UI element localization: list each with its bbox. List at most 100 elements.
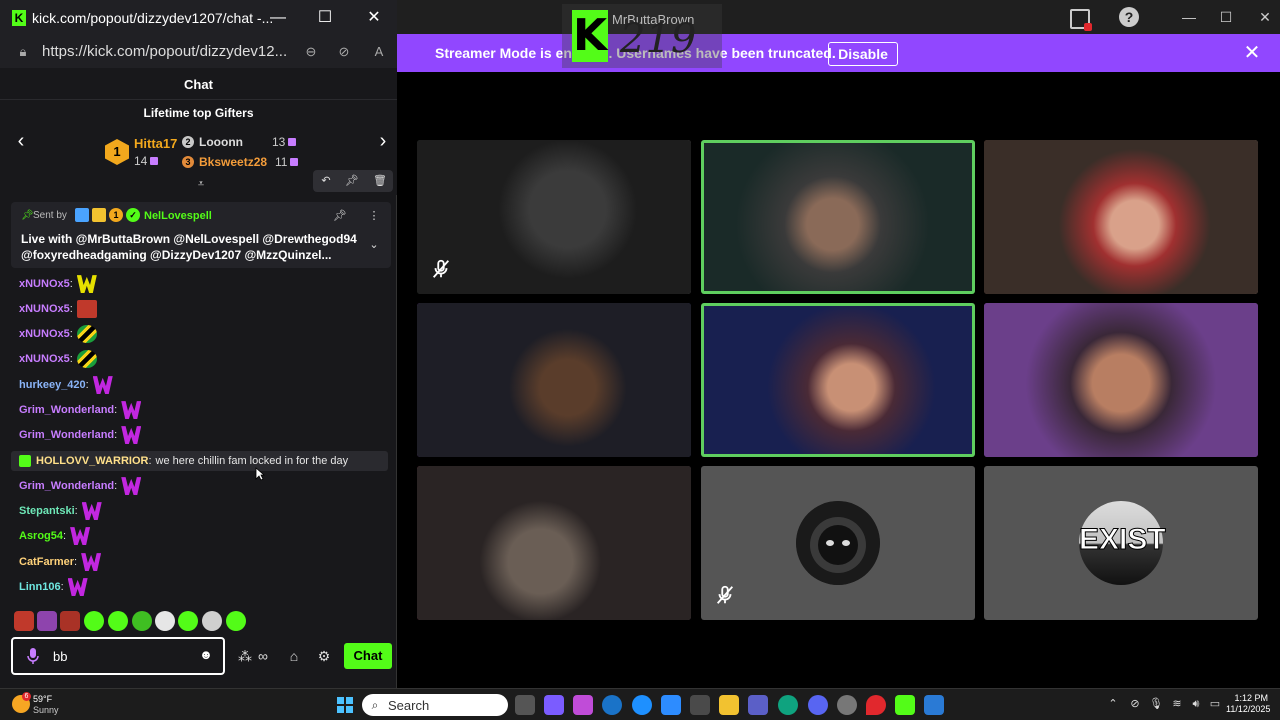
emote-button[interactable] bbox=[202, 611, 222, 631]
battery-icon[interactable]: ▭ bbox=[1208, 697, 1222, 711]
taskbar-app-icon[interactable] bbox=[924, 695, 944, 715]
cast-icon[interactable] bbox=[1070, 9, 1092, 31]
wifi-icon[interactable]: ≋ bbox=[1170, 697, 1184, 711]
chat-username[interactable]: Grim_Wonderland bbox=[19, 480, 114, 492]
chat-message[interactable]: Grim_Wonderland: bbox=[19, 425, 142, 445]
unpin-icon[interactable]: 📌︎ bbox=[333, 209, 347, 223]
chat-username[interactable]: CatFarmer bbox=[19, 556, 74, 568]
help-icon[interactable]: ? bbox=[1119, 7, 1139, 27]
chat-message[interactable]: xNUNOx5: bbox=[19, 299, 97, 319]
chat-message[interactable]: Asrog54: bbox=[19, 526, 91, 546]
zoom-app-icon[interactable] bbox=[661, 695, 681, 715]
taskbar-app-icon[interactable] bbox=[544, 695, 564, 715]
emote-icon[interactable] bbox=[70, 527, 91, 546]
chat-message[interactable]: xNUNOx5: bbox=[19, 349, 97, 369]
emote-icon[interactable] bbox=[81, 502, 102, 521]
video-tile-avatar[interactable] bbox=[701, 466, 975, 620]
more-options-icon[interactable]: ⋮ bbox=[367, 209, 381, 223]
chat-username[interactable]: Asrog54 bbox=[19, 530, 63, 542]
microphone-icon[interactable] bbox=[27, 648, 39, 664]
chat-username[interactable]: xNUNOx5 bbox=[19, 303, 70, 315]
emote-button[interactable] bbox=[37, 611, 57, 631]
chevron-down-icon[interactable]: ⌄ bbox=[367, 238, 381, 251]
minimize-button[interactable]: — bbox=[1179, 7, 1199, 27]
read-aloud-icon[interactable]: A bbox=[370, 44, 388, 60]
reply-icon[interactable]: ↶ bbox=[318, 173, 334, 189]
chevron-up-icon[interactable]: ⌃ bbox=[1106, 697, 1120, 711]
chevron-left-icon[interactable]: ‹ bbox=[10, 130, 32, 152]
chat-message-input[interactable] bbox=[53, 646, 193, 666]
chat-message[interactable]: Grim_Wonderland: bbox=[19, 476, 142, 496]
video-tile-avatar[interactable]: EXIST bbox=[984, 466, 1258, 620]
close-button[interactable]: ✕ bbox=[1255, 7, 1275, 27]
teams-icon[interactable] bbox=[748, 695, 768, 715]
maximize-button[interactable]: ☐ bbox=[315, 8, 335, 28]
emote-icon[interactable] bbox=[81, 553, 102, 572]
emote-icon[interactable] bbox=[67, 578, 88, 597]
chat-message[interactable]: HOLLOVV_WARRIOR: we here chillin fam lock… bbox=[11, 451, 388, 471]
delete-icon[interactable]: 🗑︎ bbox=[372, 173, 388, 189]
chat-username[interactable]: hurkeey_420 bbox=[19, 379, 86, 391]
emote-icon[interactable] bbox=[121, 477, 142, 496]
chat-username[interactable]: Stepantski bbox=[19, 505, 75, 517]
emote-icon[interactable] bbox=[76, 300, 97, 319]
emote-button[interactable] bbox=[155, 611, 175, 631]
video-tile[interactable] bbox=[417, 466, 691, 620]
pin-message-icon[interactable]: 📌︎ bbox=[344, 173, 360, 189]
emote-button[interactable] bbox=[108, 611, 128, 631]
gifter-name[interactable]: Bksweetz28 bbox=[199, 155, 267, 169]
emote-icon[interactable] bbox=[92, 376, 113, 395]
chat-input-box[interactable]: ☻ bbox=[11, 637, 225, 675]
chat-username[interactable]: xNUNOx5 bbox=[19, 278, 70, 290]
emote-button[interactable] bbox=[14, 611, 34, 631]
emote-button[interactable] bbox=[84, 611, 104, 631]
emote-button[interactable] bbox=[132, 611, 152, 631]
url-text[interactable]: https://kick.com/popout/dizzydev12... bbox=[42, 43, 287, 60]
zoom-icon[interactable]: ⊖ bbox=[302, 44, 320, 60]
chat-username[interactable]: HOLLOVV_WARRIOR bbox=[36, 455, 148, 467]
chat-message-list[interactable]: xNUNOx5: xNUNOx5: xNUNOx5: xNUNOx5: hurkeey_… bbox=[0, 270, 397, 604]
chat-message[interactable]: CatFarmer: bbox=[19, 552, 102, 572]
hp-icon[interactable] bbox=[602, 695, 622, 715]
chat-username[interactable]: xNUNOx5 bbox=[19, 328, 70, 340]
maps-icon[interactable] bbox=[866, 695, 886, 715]
copilot-icon[interactable] bbox=[573, 695, 593, 715]
tracking-prevention-icon[interactable]: ⊘ bbox=[335, 44, 353, 60]
chat-message[interactable]: Linn106: bbox=[19, 577, 88, 597]
lock-icon[interactable]: 🔒︎ bbox=[14, 44, 32, 60]
chat-message[interactable]: xNUNOx5: bbox=[19, 274, 97, 294]
microphone-tray-icon[interactable]: 🎙︎ bbox=[1149, 697, 1163, 711]
emoji-picker-icon[interactable]: ☻ bbox=[199, 648, 213, 662]
address-bar[interactable]: 🔒︎ https://kick.com/popout/dizzydev12...… bbox=[0, 36, 397, 68]
infinity-icon[interactable]: ∞ bbox=[254, 647, 272, 665]
system-clock[interactable]: 1:12 PM 11/12/2025 bbox=[1226, 693, 1270, 715]
browser-icon[interactable] bbox=[632, 695, 652, 715]
volume-icon[interactable]: 🔊︎ bbox=[1189, 697, 1203, 711]
send-chat-button[interactable]: Chat bbox=[344, 643, 392, 669]
chat-username[interactable]: Grim_Wonderland bbox=[19, 429, 114, 441]
mic-off-tray-icon[interactable]: ⊘ bbox=[1128, 697, 1142, 711]
gifter-name[interactable]: Looonn bbox=[199, 135, 243, 149]
emote-icon[interactable] bbox=[76, 275, 97, 294]
maximize-button[interactable]: ☐ bbox=[1216, 7, 1236, 27]
gifter-name[interactable]: Hitta17 bbox=[134, 136, 177, 151]
discord-icon[interactable] bbox=[808, 695, 828, 715]
video-tile[interactable] bbox=[417, 140, 691, 294]
file-explorer-icon[interactable] bbox=[719, 695, 739, 715]
video-tile[interactable] bbox=[417, 303, 691, 457]
emote-icon[interactable] bbox=[76, 350, 97, 369]
emote-button[interactable] bbox=[178, 611, 198, 631]
emote-icon[interactable] bbox=[121, 426, 142, 445]
video-tile-active-speaker[interactable] bbox=[701, 303, 975, 457]
banner-close-icon[interactable]: ✕ bbox=[1243, 43, 1261, 63]
chevron-right-icon[interactable]: › bbox=[372, 130, 394, 152]
emote-icon[interactable] bbox=[121, 401, 142, 420]
chat-username[interactable]: Grim_Wonderland bbox=[19, 404, 114, 416]
taskbar-search[interactable]: ⌕ Search bbox=[362, 694, 508, 716]
gear-icon[interactable]: ⚙ bbox=[315, 647, 333, 665]
chat-message[interactable]: hurkeey_420: bbox=[19, 375, 113, 395]
kick-app-icon[interactable] bbox=[895, 695, 915, 715]
shop-icon[interactable]: ⌂ bbox=[285, 647, 303, 665]
video-tile-active-speaker[interactable] bbox=[701, 140, 975, 294]
collapse-gifters-icon[interactable]: ⩡ bbox=[194, 178, 208, 190]
